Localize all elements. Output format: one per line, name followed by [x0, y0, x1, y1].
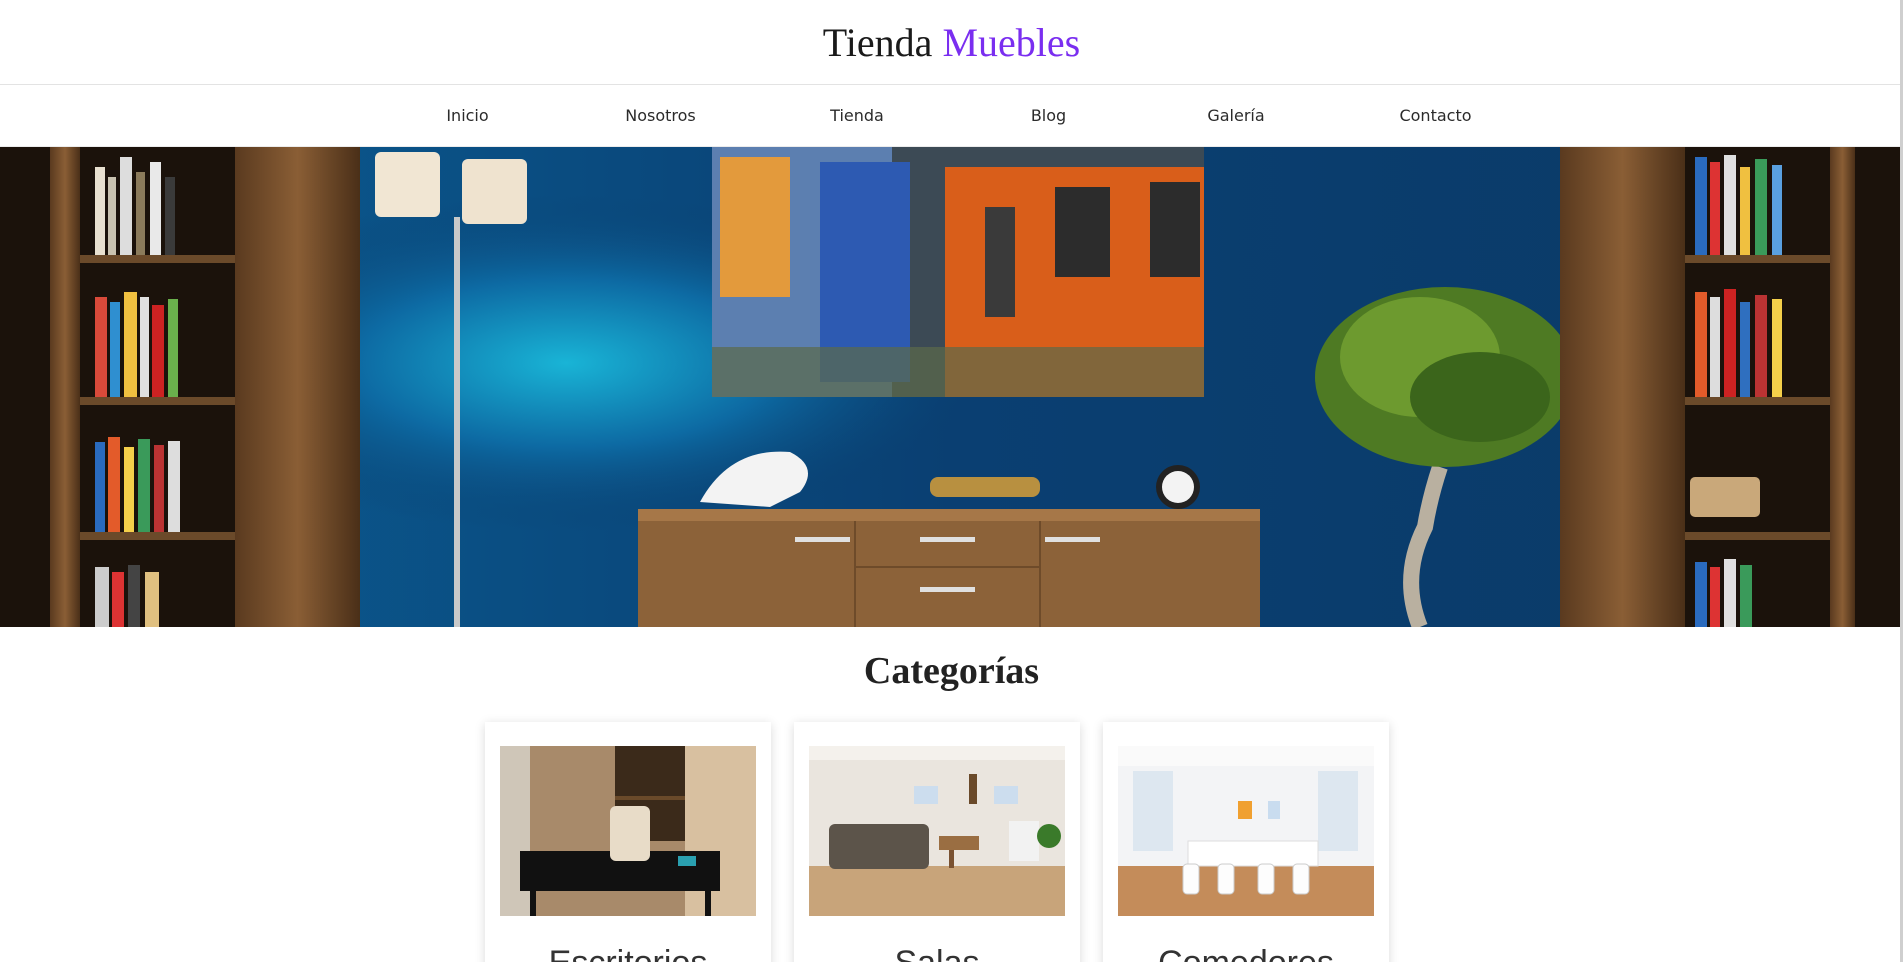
category-image-escritorios — [500, 746, 756, 916]
brand-name: Tienda — [822, 19, 933, 65]
nav-item-nosotros[interactable]: Nosotros — [568, 106, 754, 125]
category-card-escritorios[interactable]: Escritorios — [485, 722, 771, 962]
categories-title: Categorías — [863, 650, 1040, 692]
nav-item-galeria[interactable]: Galería — [1137, 106, 1336, 125]
category-title-comedores: Comedores — [1118, 944, 1374, 962]
nav-item-blog[interactable]: Blog — [961, 106, 1137, 125]
nav-item-tienda[interactable]: Tienda — [754, 106, 961, 125]
category-image-comedores — [1118, 746, 1374, 916]
brand-accent: Muebles — [942, 19, 1081, 65]
hero-image — [0, 147, 1903, 627]
category-cards: Escritorios Salas — [485, 722, 1389, 962]
main-nav: Inicio Nosotros Tienda Blog Galería Cont… — [0, 85, 1903, 147]
nav-item-contacto[interactable]: Contacto — [1336, 106, 1536, 125]
category-card-salas[interactable]: Salas — [794, 722, 1080, 962]
category-card-comedores[interactable]: Comedores — [1103, 722, 1389, 962]
category-image-salas — [809, 746, 1065, 916]
category-title-escritorios: Escritorios — [500, 944, 756, 962]
hero-banner — [0, 147, 1903, 627]
nav-item-inicio[interactable]: Inicio — [368, 106, 568, 125]
site-header: Tienda Muebles — [0, 0, 1903, 85]
site-logo[interactable]: Tienda Muebles — [823, 19, 1080, 66]
category-title-salas: Salas — [809, 944, 1065, 962]
